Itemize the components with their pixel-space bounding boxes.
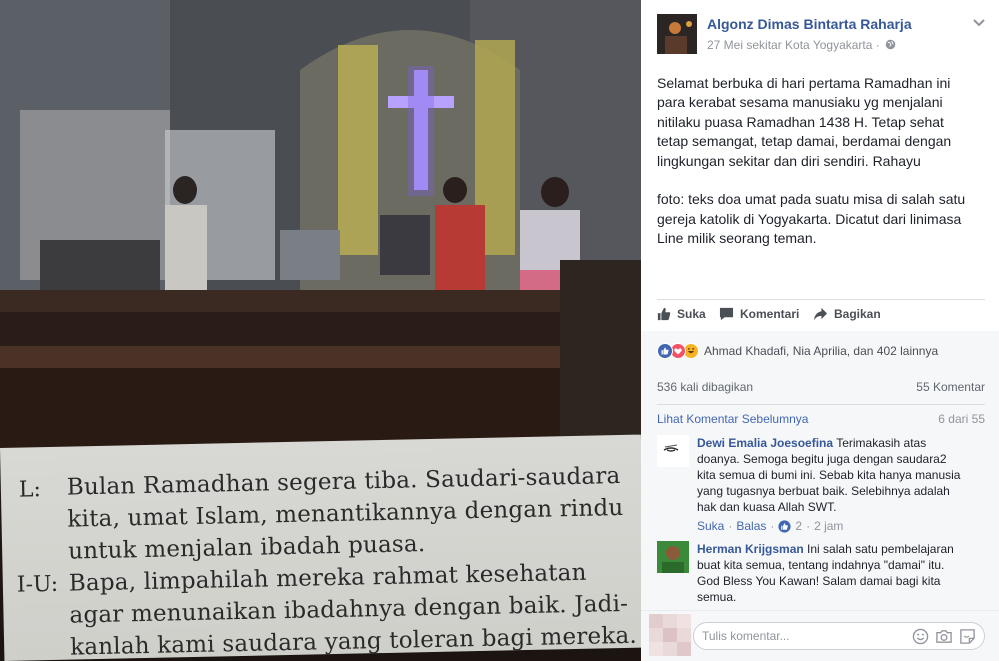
reactions-summary[interactable]: Ahmad Khadafi, Nia Aprilia, dan 402 lain… <box>657 342 938 360</box>
divider <box>657 404 985 405</box>
camera-icon[interactable] <box>935 628 953 645</box>
paper-label-l: L: <box>18 477 42 503</box>
comment-reply-link[interactable]: Balas <box>736 518 766 534</box>
reactions-text: Ahmad Khadafi, Nia Aprilia, dan 402 lain… <box>704 344 939 358</box>
comment-composer: Tulis komentar... <box>641 610 999 661</box>
comment-like-count[interactable]: 2 <box>795 518 802 534</box>
prayer-text-paper: L: Bulan Ramadhan segera tiba. Saudari-s… <box>0 434 641 661</box>
like-button[interactable]: Suka <box>657 307 706 321</box>
composer-icons <box>912 628 976 645</box>
commenter-avatar[interactable] <box>657 435 689 467</box>
comment-body: Herman Krijgsman Ini salah satu pembelaj… <box>697 541 967 605</box>
share-button[interactable]: Bagikan <box>813 307 881 321</box>
paper-label-iu: I-U: <box>16 571 59 598</box>
comment-icon <box>719 307 734 321</box>
comment-time[interactable]: 2 jam <box>814 518 843 534</box>
post-date-location[interactable]: 27 Mei sekitar Kota Yogyakarta · <box>707 38 880 52</box>
paper-line: Bulan Ramadhan segera tiba. Saudari-saud… <box>66 463 621 501</box>
like-reaction-icon <box>778 519 791 533</box>
author-avatar[interactable] <box>657 14 697 54</box>
comment-like-link[interactable]: Suka <box>697 518 724 534</box>
commenter-avatar[interactable] <box>657 541 689 573</box>
share-icon <box>813 307 828 321</box>
post-side-panel: Algonz Dimas Bintarta Raharja 27 Mei sek… <box>641 0 999 661</box>
current-user-avatar <box>649 614 691 656</box>
share-label: Bagikan <box>834 307 881 321</box>
comment-label: Komentari <box>740 307 800 321</box>
comments-count[interactable]: 55 Komentar <box>916 380 985 394</box>
view-previous-comments-link[interactable]: Lihat Komentar Sebelumnya <box>657 412 808 426</box>
commenter-name[interactable]: Dewi Emalia Joesoefina <box>697 436 833 450</box>
post-actions: Suka Komentari Bagikan <box>657 300 985 330</box>
comments-pagination: 6 dari 55 <box>938 412 985 426</box>
shares-count[interactable]: 536 kali dibagikan <box>657 380 753 394</box>
post-text: Selamat berbuka di hari pertama Ramadhan… <box>657 75 966 247</box>
comment-button[interactable]: Komentari <box>719 307 799 321</box>
post-header: Algonz Dimas Bintarta Raharja 27 Mei sek… <box>657 14 987 54</box>
paper-line: kita, umat Islam, menantikannya dengan r… <box>67 494 624 533</box>
comment-actions: Suka · Balas · 2 · 2 jam <box>697 518 844 534</box>
like-reaction-icon <box>657 343 673 359</box>
paper-line: untuk menjalan ibadah puasa. <box>67 531 426 565</box>
thumbs-up-icon <box>657 307 671 321</box>
chevron-down-icon[interactable] <box>971 14 987 30</box>
paper-line: agar menunaikan ibadahnya dengan baik. J… <box>69 590 629 629</box>
paper-line: Bapa, limpahilah mereka rahmat kesehatan <box>68 559 587 597</box>
emoji-icon[interactable] <box>912 628 929 645</box>
globe-icon <box>885 39 896 50</box>
comment-input[interactable]: Tulis komentar... <box>693 622 985 650</box>
post-photo[interactable]: L: Bulan Ramadhan segera tiba. Saudari-s… <box>0 0 641 661</box>
comment-body: Dewi Emalia Joesoefina Terimakasih atas … <box>697 435 967 534</box>
like-label: Suka <box>677 307 706 321</box>
comment-input-placeholder: Tulis komentar... <box>702 629 790 643</box>
post-meta: 27 Mei sekitar Kota Yogyakarta · <box>707 38 896 52</box>
commenter-name[interactable]: Herman Krijgsman <box>697 542 804 556</box>
sticker-icon[interactable] <box>959 628 976 645</box>
author-name[interactable]: Algonz Dimas Bintarta Raharja <box>707 16 912 32</box>
